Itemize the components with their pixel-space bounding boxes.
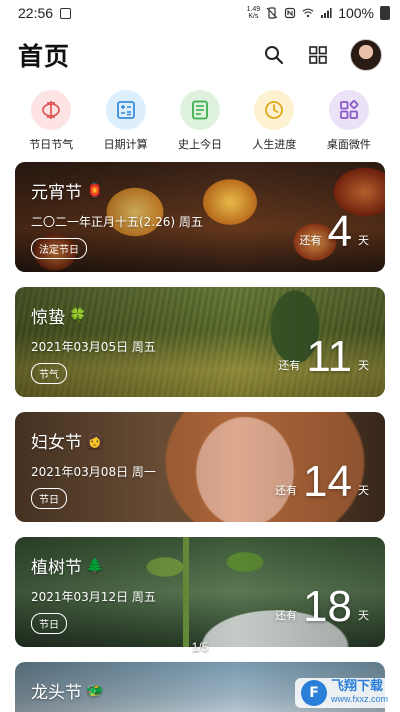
quick-action-history-today[interactable]: 史上今日 xyxy=(163,90,237,162)
clock-icon xyxy=(254,90,295,130)
page-title: 首页 xyxy=(18,42,71,71)
app-header: 首页 xyxy=(0,26,400,84)
tree-emoji-icon: 🌲 xyxy=(86,557,104,574)
event-card-womens-day[interactable]: 妇女节 👩 2021年03月08日 周一 节日 还有 14 天 xyxy=(15,412,385,522)
countdown-unit: 天 xyxy=(358,484,369,497)
status-time: 22:56 xyxy=(18,5,54,21)
calendar-notification-icon xyxy=(60,7,72,19)
quick-action-label: 桌面微件 xyxy=(326,138,371,151)
avatar[interactable] xyxy=(350,39,382,71)
event-name: 元宵节 🏮 xyxy=(31,182,104,204)
nfc-icon xyxy=(284,7,296,19)
countdown-days: 11 xyxy=(306,332,352,381)
event-card-list: 元宵节 🏮 二〇二一年正月十五(2.26) 周五 法定节日 还有 4 天 惊蛰 🍀 … xyxy=(0,162,400,712)
days-countdown: 还有 4 天 xyxy=(300,210,369,254)
watermark-url: www.fxxz.com xyxy=(330,694,388,704)
header-actions xyxy=(262,39,382,71)
document-icon xyxy=(180,90,221,130)
status-bar: 22:56 1.49 K/s 100% xyxy=(0,0,400,26)
dragon-emoji-icon: 🐲 xyxy=(86,682,104,699)
wifi-icon xyxy=(302,7,314,19)
net-speed-value: 1.49 xyxy=(246,6,261,13)
vibrate-off-icon xyxy=(266,7,278,19)
battery-icon xyxy=(380,6,390,20)
woman-emoji-icon: 👩 xyxy=(86,432,104,449)
quick-action-label: 节日节气 xyxy=(29,138,74,151)
quick-action-festivals[interactable]: 节日节气 xyxy=(14,90,88,162)
quick-action-label: 人生进度 xyxy=(252,138,297,151)
countdown-unit: 天 xyxy=(358,234,369,247)
quick-actions: 节日节气 日期计算 史上今日 人生进度 桌面微件 xyxy=(0,84,400,162)
search-icon[interactable] xyxy=(262,43,286,67)
quick-action-label: 日期计算 xyxy=(103,138,148,151)
net-speed: 1.49 K/s xyxy=(247,6,261,20)
event-tag: 节日 xyxy=(31,613,67,634)
countdown-prefix: 还有 xyxy=(275,609,298,622)
countdown-unit: 天 xyxy=(358,609,369,622)
days-countdown: 还有 11 天 xyxy=(278,335,369,379)
battery-percent: 100% xyxy=(338,5,374,21)
event-tag: 节气 xyxy=(31,363,67,384)
lantern-emoji-icon: 🏮 xyxy=(86,182,104,199)
watermark-icon: F xyxy=(300,680,327,706)
quick-action-label: 史上今日 xyxy=(178,138,223,151)
countdown-prefix: 还有 xyxy=(299,234,322,247)
watermark-text: 飞翔下载 xyxy=(330,679,383,694)
countdown-days: 4 xyxy=(327,207,352,256)
event-card-arbor-day[interactable]: 植树节 🌲 2021年03月12日 周五 节日 还有 18 天 xyxy=(15,537,385,647)
status-right: 1.49 K/s 100% xyxy=(247,5,390,21)
lantern-icon xyxy=(31,90,72,130)
grid-icon[interactable] xyxy=(306,43,330,67)
event-tag: 节日 xyxy=(31,488,67,509)
event-name: 植树节 🌲 xyxy=(31,557,104,579)
days-countdown: 还有 18 天 xyxy=(275,585,369,629)
event-name: 惊蛰 🍀 xyxy=(31,307,87,329)
quick-action-life-progress[interactable]: 人生进度 xyxy=(237,90,311,162)
signal-icon xyxy=(320,7,332,19)
watermark-logo: F 飞翔下载 www.fxxz.com xyxy=(294,678,394,708)
countdown-prefix: 还有 xyxy=(275,484,298,497)
page-indicator: 1/5 xyxy=(191,640,209,654)
event-card-lantern-festival[interactable]: 元宵节 🏮 二〇二一年正月十五(2.26) 周五 法定节日 还有 4 天 xyxy=(15,162,385,272)
countdown-prefix: 还有 xyxy=(278,359,301,372)
event-name: 妇女节 👩 xyxy=(31,432,104,454)
event-card-jingzhe[interactable]: 惊蛰 🍀 2021年03月05日 周五 节气 还有 11 天 xyxy=(15,287,385,397)
countdown-unit: 天 xyxy=(358,359,369,372)
widgets-icon xyxy=(328,90,369,130)
countdown-days: 14 xyxy=(303,457,352,506)
quick-action-widgets[interactable]: 桌面微件 xyxy=(312,90,386,162)
event-tag: 法定节日 xyxy=(31,238,87,259)
calculator-icon xyxy=(105,90,146,130)
countdown-days: 18 xyxy=(303,582,352,631)
net-speed-unit: K/s xyxy=(248,13,259,20)
quick-action-date-calc[interactable]: 日期计算 xyxy=(88,90,162,162)
days-countdown: 还有 14 天 xyxy=(275,460,369,504)
clover-emoji-icon: 🍀 xyxy=(69,307,87,324)
